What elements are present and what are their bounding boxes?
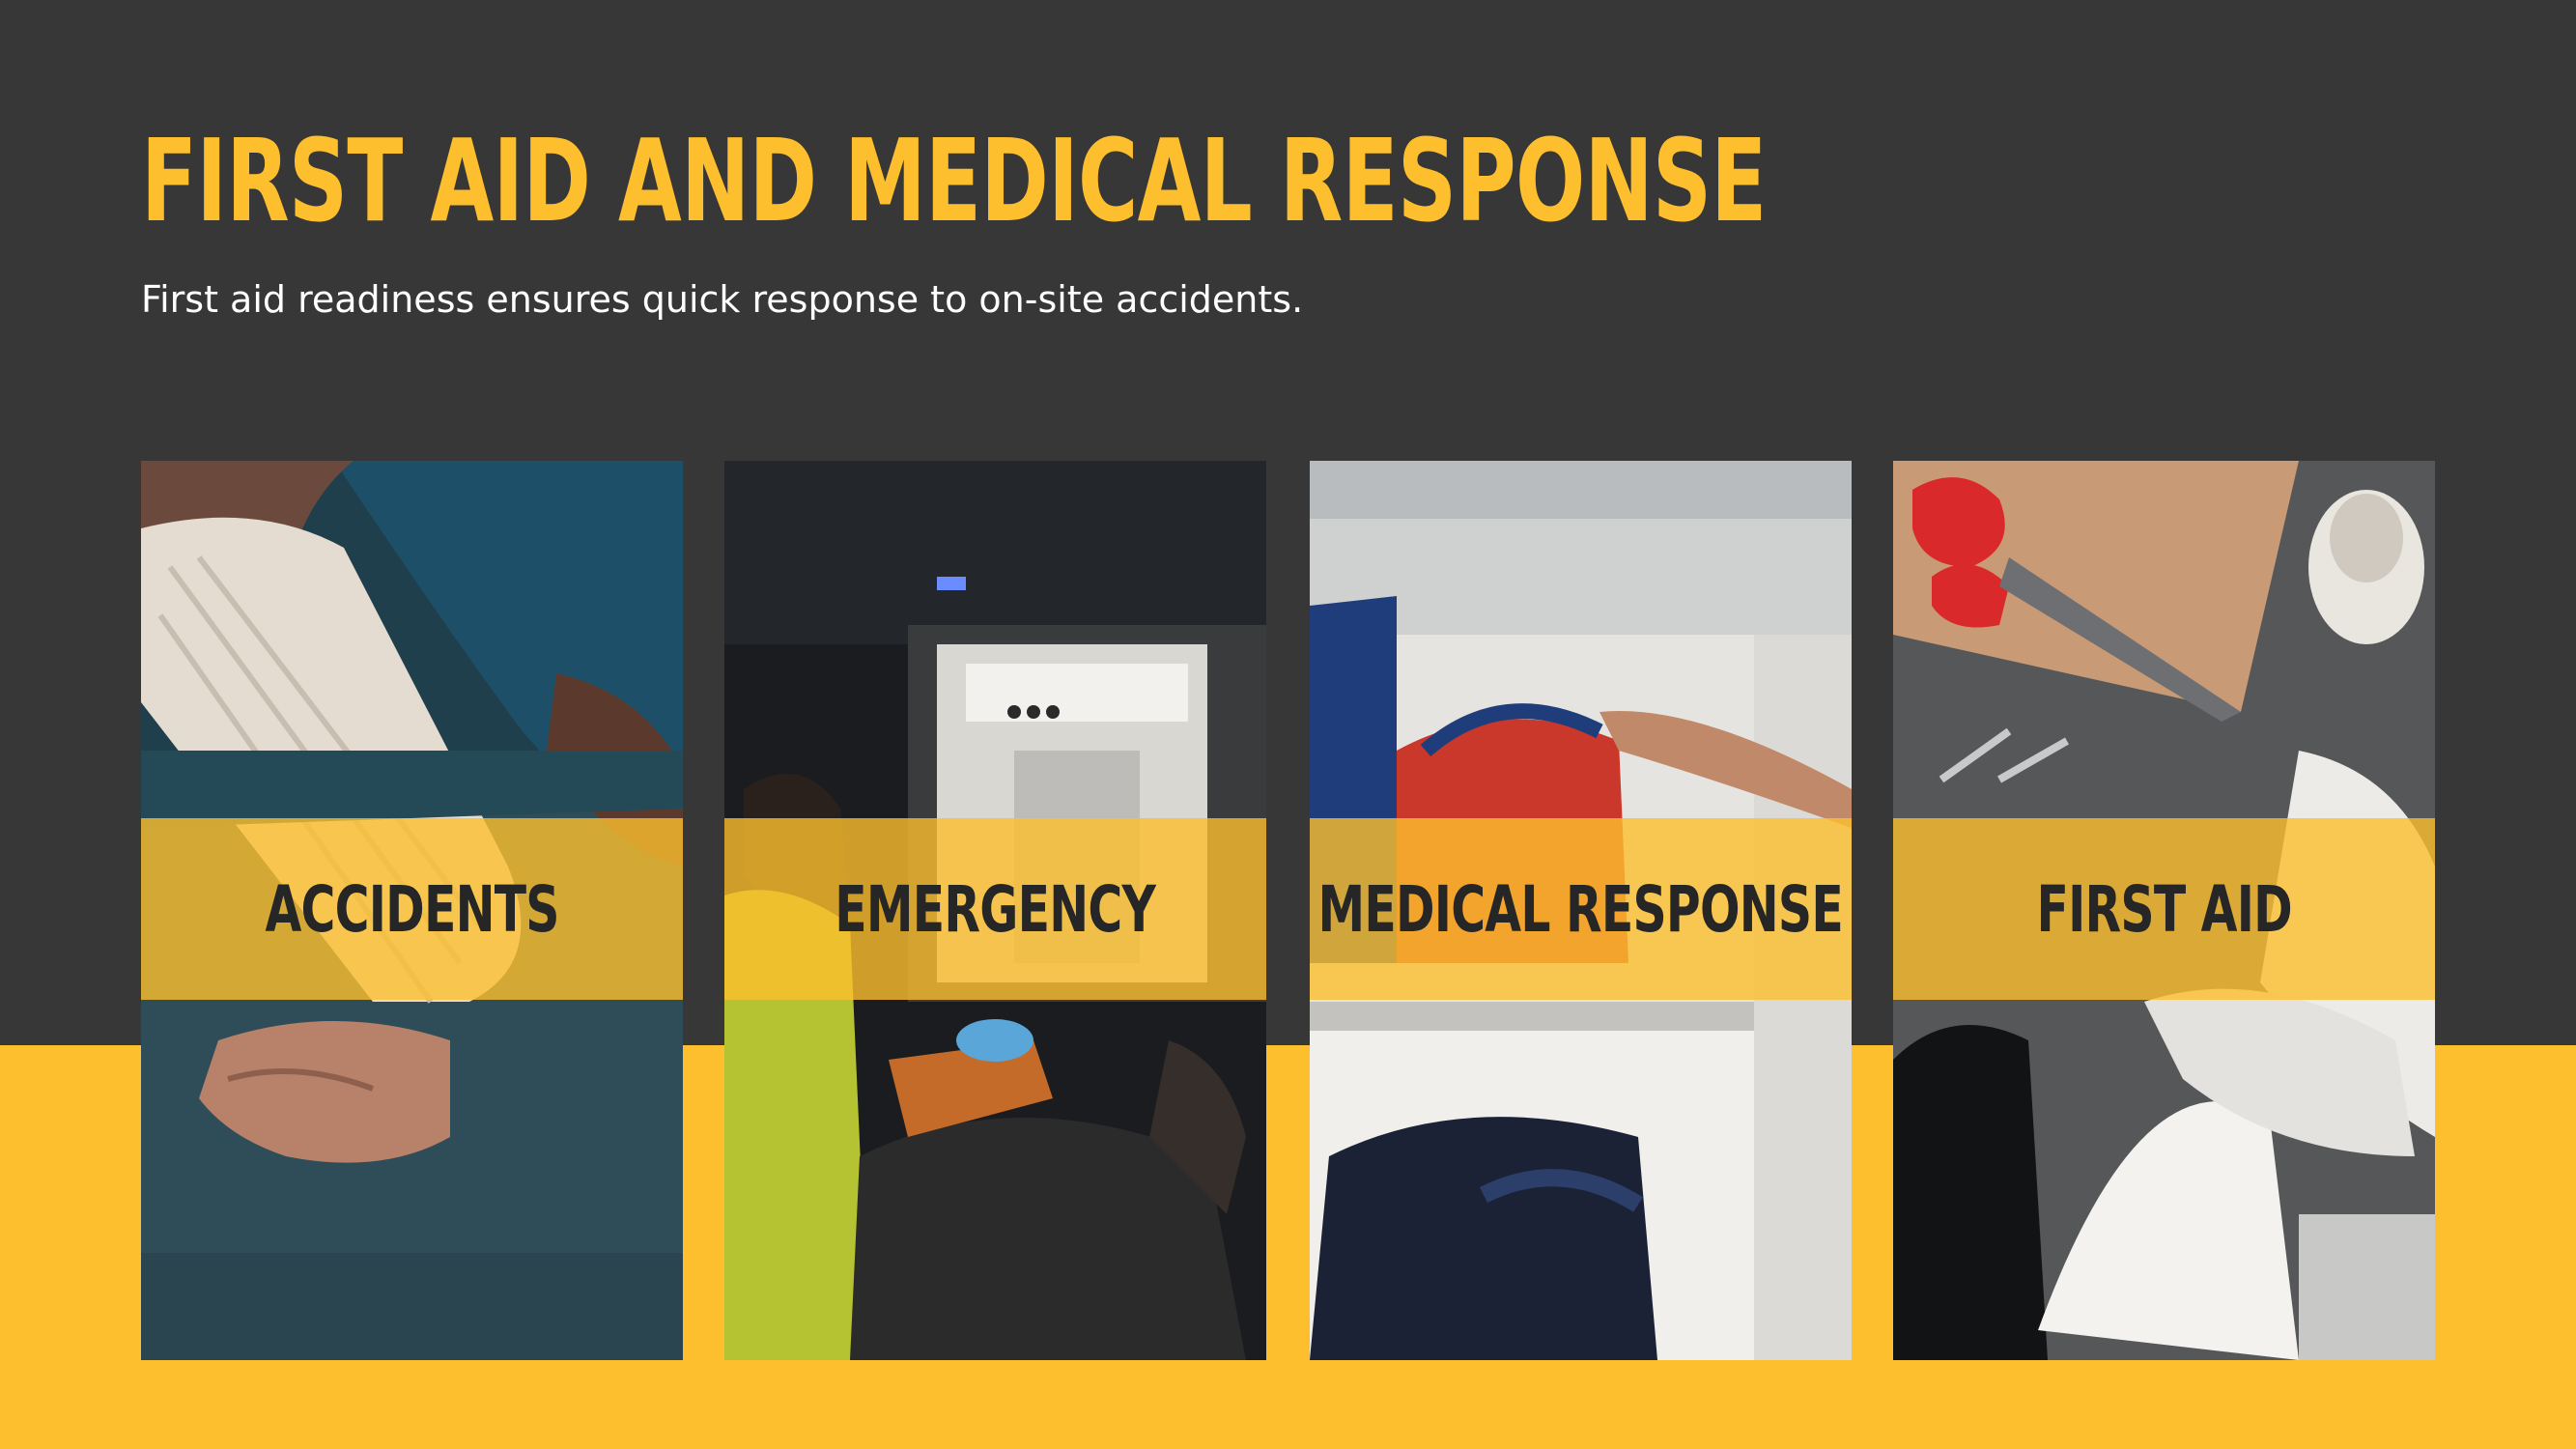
- card-emergency: EMERGENCY: [724, 461, 1266, 1360]
- card-label-first-aid: FIRST AID: [2036, 871, 2292, 947]
- card-label-emergency: EMERGENCY: [835, 871, 1157, 947]
- card-label-accidents: ACCIDENTS: [265, 871, 559, 947]
- card-accidents: ACCIDENTS: [141, 461, 683, 1360]
- card-label-band: ACCIDENTS: [141, 818, 683, 1000]
- card-label-medical-response: MEDICAL RESPONSE: [1317, 871, 1844, 947]
- slide-title: FIRST AID AND MEDICAL RESPONSE: [141, 114, 1767, 247]
- card-label-band: FIRST AID: [1893, 818, 2435, 1000]
- card-first-aid: FIRST AID: [1893, 461, 2435, 1360]
- card-label-band: MEDICAL RESPONSE: [1310, 818, 1852, 1000]
- slide-subtitle: First aid readiness ensures quick respon…: [141, 278, 1304, 321]
- card-label-band: EMERGENCY: [724, 818, 1266, 1000]
- card-medical-response: MEDICAL RESPONSE: [1310, 461, 1852, 1360]
